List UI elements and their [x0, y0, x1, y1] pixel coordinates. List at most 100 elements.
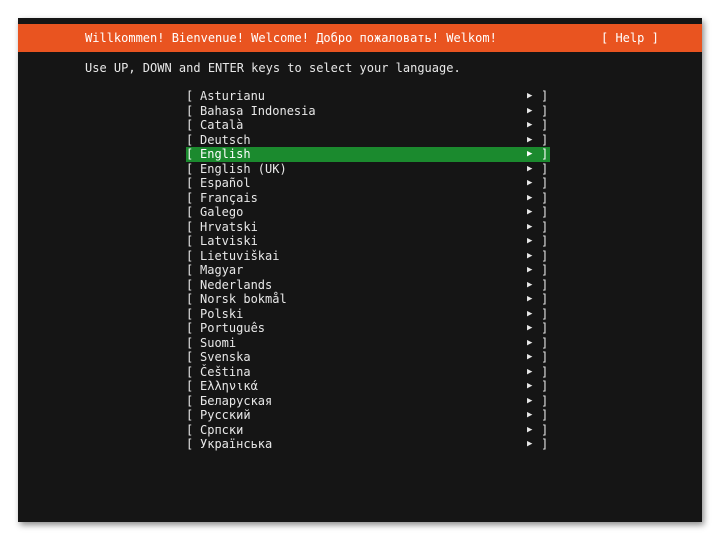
language-option[interactable]: [English (UK) ▶] [186, 162, 550, 177]
language-option[interactable]: [Asturianu ▶] [186, 89, 550, 104]
language-label: Русский [200, 408, 251, 422]
arrow-right-icon: ▶ [527, 134, 533, 145]
instructions-text: Use UP, DOWN and ENTER keys to select yo… [85, 61, 461, 75]
right-bracket: ] [541, 364, 549, 379]
right-bracket: ] [541, 321, 549, 335]
language-option[interactable]: [Српски ▶] [186, 423, 550, 438]
language-option[interactable]: [ Беларуская ▶] [186, 394, 550, 409]
language-label: Português [200, 321, 266, 335]
arrow-right-icon: ▶ [527, 221, 533, 232]
language-label: English (UK) [200, 161, 287, 176]
arrow-right-icon: ▶ [527, 395, 533, 406]
help-button[interactable]: [ Help ] [601, 24, 659, 52]
arrow-right-icon: ▶ [527, 439, 533, 449]
language-option[interactable]: [Français ▶] [186, 191, 550, 206]
right-bracket: ] [541, 306, 549, 321]
arrow-right-icon: ▶ [527, 381, 533, 391]
right-bracket: ] [541, 248, 549, 263]
left-bracket: [ [186, 393, 194, 408]
language-option[interactable]: [Norsk bokmål ▶] [186, 292, 550, 307]
language-option[interactable]: [Bahasa Indonesia ▶] [186, 104, 550, 119]
language-option[interactable]: [Deutsch ▶] [186, 133, 550, 148]
language-option[interactable]: [Lietuviškai ▶] [186, 249, 550, 264]
arrow-right-icon: ▶ [527, 149, 533, 159]
arrow-right-icon: ▶ [527, 323, 533, 333]
arrow-right-icon: ▶ [527, 178, 533, 188]
arrow-right-icon: ▶ [527, 366, 533, 377]
language-option[interactable]: [Latviski ▶] [186, 234, 550, 249]
language-option[interactable]: [ Polski ▶] [186, 307, 550, 322]
language-option[interactable]: [Українська ▶] [186, 437, 550, 452]
language-label: Беларуская [200, 393, 273, 408]
language-option[interactable]: [Català ▶] [186, 118, 550, 133]
language-label: Galego [200, 205, 244, 219]
welcome-title: Willkommen! Bienvenue! Welcome! Добро по… [85, 31, 497, 45]
right-bracket: ] [541, 176, 549, 190]
right-bracket: ] [541, 147, 549, 161]
left-bracket: [ [186, 321, 194, 335]
arrow-right-icon: ▶ [527, 105, 533, 116]
left-bracket: [ [186, 205, 194, 219]
right-bracket: ] [541, 190, 549, 205]
arrow-right-icon: ▶ [527, 410, 533, 420]
right-bracket: ] [541, 89, 549, 103]
right-bracket: ] [541, 393, 549, 408]
language-label: Polski [200, 306, 244, 321]
language-label: Čeština [200, 364, 251, 379]
language-option[interactable]: [Hrvatski ▶] [186, 220, 550, 235]
arrow-right-icon: ▶ [527, 424, 533, 435]
left-bracket: [ [186, 364, 194, 379]
language-option[interactable]: [ Čeština ▶] [186, 365, 550, 380]
language-option[interactable]: [Magyar ▶] [186, 263, 550, 278]
arrow-right-icon: ▶ [527, 294, 533, 304]
arrow-right-icon: ▶ [527, 91, 533, 101]
language-label: Asturianu [200, 89, 266, 103]
installer-screen: Willkommen! Bienvenue! Welcome! Добро по… [18, 18, 702, 522]
left-bracket: [ [186, 335, 194, 350]
language-label: Hrvatski [200, 219, 258, 234]
language-label: Bahasa Indonesia [200, 103, 316, 118]
language-option[interactable]: [Ελληνικά ▶] [186, 379, 550, 394]
language-label: Lietuviškai [200, 248, 280, 263]
left-bracket: [ [186, 118, 194, 132]
right-bracket: ] [541, 118, 549, 132]
language-label: Magyar [200, 263, 244, 277]
arrow-right-icon: ▶ [527, 163, 533, 174]
right-bracket: ] [541, 422, 549, 437]
language-label: Español [200, 176, 251, 190]
language-option[interactable]: [Español ▶] [186, 176, 550, 191]
right-bracket: ] [541, 103, 549, 118]
right-bracket: ] [541, 277, 549, 292]
language-option[interactable]: [Svenska ▶] [186, 350, 550, 365]
right-bracket: ] [541, 379, 549, 393]
language-label: Latviski [200, 234, 258, 248]
language-option[interactable]: [English ▶] [186, 147, 550, 162]
arrow-right-icon: ▶ [527, 352, 533, 362]
language-option[interactable]: [ Português ▶] [186, 321, 550, 336]
right-bracket: ] [541, 437, 549, 451]
arrow-right-icon: ▶ [527, 308, 533, 319]
arrow-right-icon: ▶ [527, 250, 533, 261]
arrow-right-icon: ▶ [527, 279, 533, 290]
language-label: Українська [200, 437, 273, 451]
left-bracket: [ [186, 190, 194, 205]
language-label: Suomi [200, 335, 237, 350]
right-bracket: ] [541, 234, 549, 248]
arrow-right-icon: ▶ [527, 207, 533, 217]
right-bracket: ] [541, 161, 549, 176]
left-bracket: [ [186, 132, 194, 147]
language-option[interactable]: [Galego ▶] [186, 205, 550, 220]
left-bracket: [ [186, 306, 194, 321]
right-bracket: ] [541, 219, 549, 234]
left-bracket: [ [186, 408, 194, 422]
language-option[interactable]: [ Suomi ▶] [186, 336, 550, 351]
left-bracket: [ [186, 234, 194, 248]
language-label: Deutsch [200, 132, 251, 147]
right-bracket: ] [541, 335, 549, 350]
header-bar: Willkommen! Bienvenue! Welcome! Добро по… [18, 24, 702, 52]
language-option[interactable]: [Русский ▶] [186, 408, 550, 423]
language-label: Nederlands [200, 277, 273, 292]
language-option[interactable]: [Nederlands ▶] [186, 278, 550, 293]
arrow-right-icon: ▶ [527, 337, 533, 348]
language-label: Norsk bokmål [200, 292, 287, 306]
